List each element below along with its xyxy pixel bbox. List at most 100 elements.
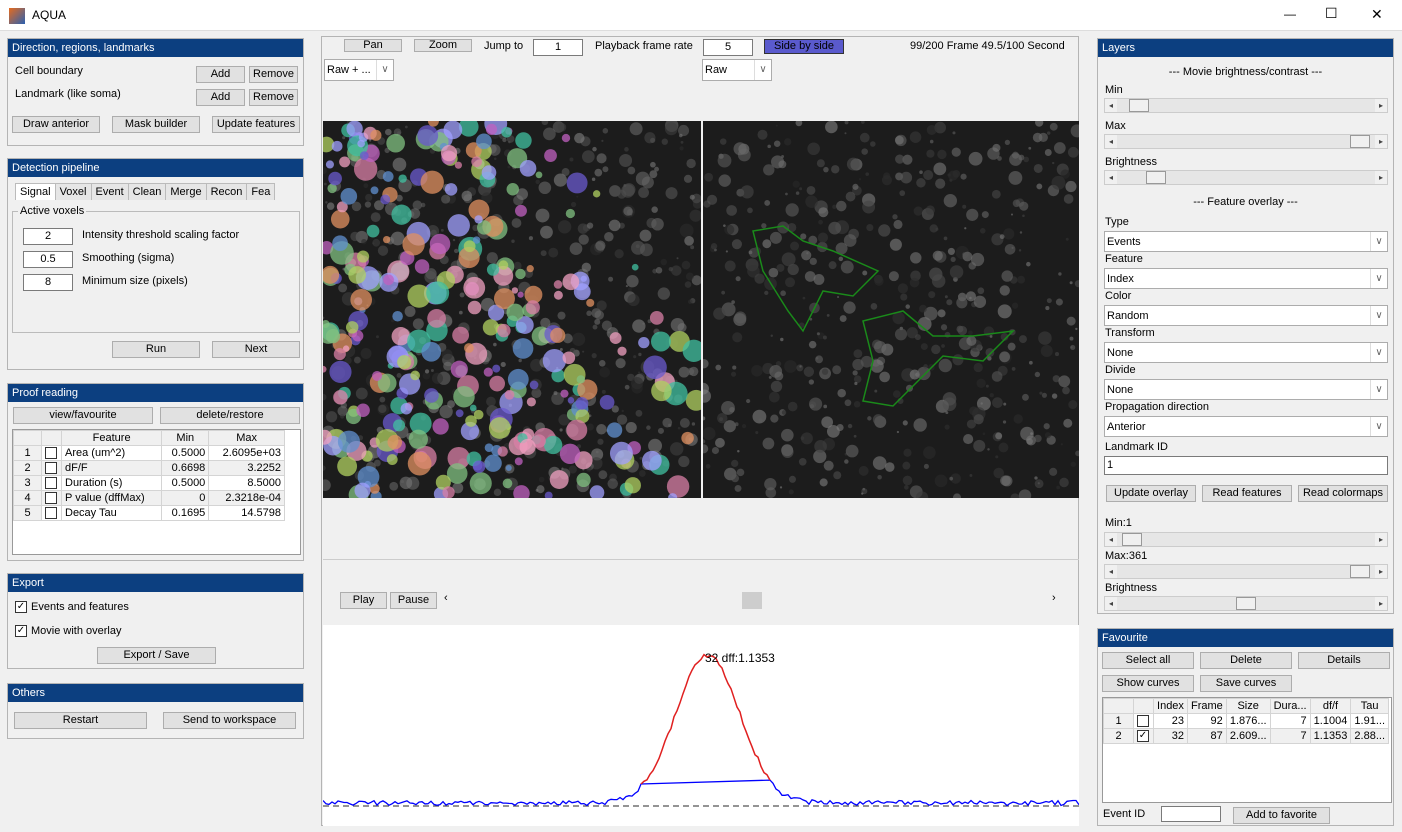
draw-anterior-button[interactable]: Draw anterior [12,116,100,133]
param-input[interactable]: 2 [23,228,73,245]
tab-event[interactable]: Event [90,183,129,200]
tab-recon[interactable]: Recon [205,183,248,200]
select-all-button[interactable]: Select all [1102,652,1194,669]
pan-button[interactable]: Pan [344,39,402,52]
type-select[interactable]: Events ∨ [1104,231,1388,252]
tab-fea[interactable]: Fea [246,183,276,200]
slider-thumb[interactable] [1350,135,1371,148]
landmark-remove-button[interactable]: Remove [249,89,298,106]
table-row[interactable]: 4 P value (dffMax) 0 2.3218e-04 [13,490,285,507]
column-header[interactable]: Max [208,430,285,446]
arrow-left-icon[interactable]: ◂ [1105,597,1117,610]
details-button[interactable]: Details [1298,652,1390,669]
tab-signal[interactable]: Signal [15,183,56,200]
param-input[interactable]: 0.5 [23,251,73,268]
frame-rate-input[interactable]: 5 [703,39,753,56]
add-to-favorite-button[interactable]: Add to favorite [1233,807,1330,824]
export-save-button[interactable]: Export / Save [97,647,216,664]
row-checkbox[interactable] [1137,715,1149,728]
scroll-left-icon[interactable]: ‹ [444,592,448,604]
transform-select[interactable]: None ∨ [1104,342,1388,363]
minimize-button[interactable]: — [1284,7,1296,21]
row-checkbox[interactable]: ✓ [1137,730,1149,743]
arrow-left-icon[interactable]: ◂ [1105,533,1117,546]
column-header[interactable]: Feature [60,430,163,446]
close-button[interactable]: ✕ [1371,6,1383,23]
slider-thumb[interactable] [1121,533,1142,546]
row-checkbox[interactable] [45,492,57,505]
left-movie-view[interactable] [323,121,701,498]
row-checkbox[interactable] [45,462,57,475]
row-checkbox[interactable] [45,447,57,460]
maximize-button[interactable]: ☐ [1325,5,1338,22]
row-checkbox[interactable] [45,507,57,520]
tab-clean[interactable]: Clean [127,183,167,200]
column-header[interactable]: Min [161,430,210,446]
arrow-left-icon[interactable]: ◂ [1105,135,1117,148]
right-view-select[interactable]: Raw ∨ [702,59,772,81]
right-movie-view[interactable] [703,121,1079,498]
read-features-button[interactable]: Read features [1202,485,1292,502]
tab-voxel[interactable]: Voxel [54,183,92,200]
cell-boundary-remove-button[interactable]: Remove [249,66,298,83]
row-checkbox[interactable] [45,477,57,490]
column-header[interactable]: Frame [1186,698,1227,714]
mask-builder-button[interactable]: Mask builder [112,116,200,133]
send-to-workspace-button[interactable]: Send to workspace [163,712,296,729]
restart-button[interactable]: Restart [14,712,147,729]
column-header[interactable]: df/f [1309,698,1352,714]
min-slider[interactable]: ◂ ▸ [1104,98,1388,113]
arrow-right-icon[interactable]: ▸ [1375,171,1387,184]
side-by-side-button[interactable]: Side by side [764,39,844,54]
table-row[interactable]: 2 ✓ 32 87 2.609... 7 1.1353 2.88... [1103,728,1389,745]
arrow-right-icon[interactable]: ▸ [1375,597,1387,610]
cell-boundary-add-button[interactable]: Add [196,66,245,83]
delete-restore-button[interactable]: delete/restore [160,407,300,424]
slider-thumb[interactable] [1236,597,1256,610]
arrow-right-icon[interactable]: ▸ [1375,99,1387,112]
overlay-min-slider[interactable]: ◂ ▸ [1104,532,1388,547]
slider-thumb[interactable] [1145,171,1166,184]
tab-merge[interactable]: Merge [165,183,207,200]
favourite-table[interactable]: Index Frame Size Dura... df/f Tau 1 23 92 1.876..… [1102,697,1392,803]
overlay-max-slider[interactable]: ◂ ▸ [1104,564,1388,579]
arrow-left-icon[interactable]: ◂ [1105,99,1117,112]
param-input[interactable]: 8 [23,274,73,291]
delete-button[interactable]: Delete [1200,652,1292,669]
play-button[interactable]: Play [340,592,387,609]
left-view-select[interactable]: Raw + ... ∨ [324,59,394,81]
arrow-left-icon[interactable]: ◂ [1105,565,1117,578]
max-slider[interactable]: ◂ ▸ [1104,134,1388,149]
event-id-input[interactable] [1161,806,1221,822]
frame-scrollbar[interactable]: ‹ › [442,591,1062,609]
update-overlay-button[interactable]: Update overlay [1106,485,1196,502]
arrow-right-icon[interactable]: ▸ [1375,533,1387,546]
table-row[interactable]: 2 dF/F 0.6698 3.2252 [13,460,285,477]
show-curves-button[interactable]: Show curves [1102,675,1194,692]
pause-button[interactable]: Pause [390,592,437,609]
table-row[interactable]: 5 Decay Tau 0.1695 14.5798 [13,505,285,522]
column-header[interactable]: Size [1225,698,1271,714]
table-row[interactable]: 3 Duration (s) 0.5000 8.5000 [13,475,285,492]
arrow-left-icon[interactable]: ◂ [1105,171,1117,184]
read-colormaps-button[interactable]: Read colormaps [1298,485,1388,502]
update-features-button[interactable]: Update features [212,116,300,133]
divide-select[interactable]: None ∨ [1104,379,1388,400]
save-curves-button[interactable]: Save curves [1200,675,1292,692]
slider-thumb[interactable] [1350,565,1371,578]
column-header[interactable]: Index [1153,698,1188,714]
jump-to-input[interactable]: 1 [533,39,583,56]
color-select[interactable]: Random ∨ [1104,305,1388,326]
arrow-right-icon[interactable]: ▸ [1375,135,1387,148]
run-button[interactable]: Run [112,341,200,358]
column-header[interactable]: Tau [1350,698,1389,714]
next-button[interactable]: Next [212,341,300,358]
feature-select[interactable]: Index ∨ [1104,268,1388,289]
column-header[interactable]: Dura... [1269,698,1311,714]
scroll-thumb[interactable] [742,592,762,609]
zoom-button[interactable]: Zoom [414,39,472,52]
table-row[interactable]: 1 23 92 1.876... 7 1.1004 1.91... [1103,712,1389,730]
events-features-checkbox[interactable]: ✓ [15,601,27,613]
slider-thumb[interactable] [1128,99,1149,112]
brightness-slider[interactable]: ◂ ▸ [1104,170,1388,185]
